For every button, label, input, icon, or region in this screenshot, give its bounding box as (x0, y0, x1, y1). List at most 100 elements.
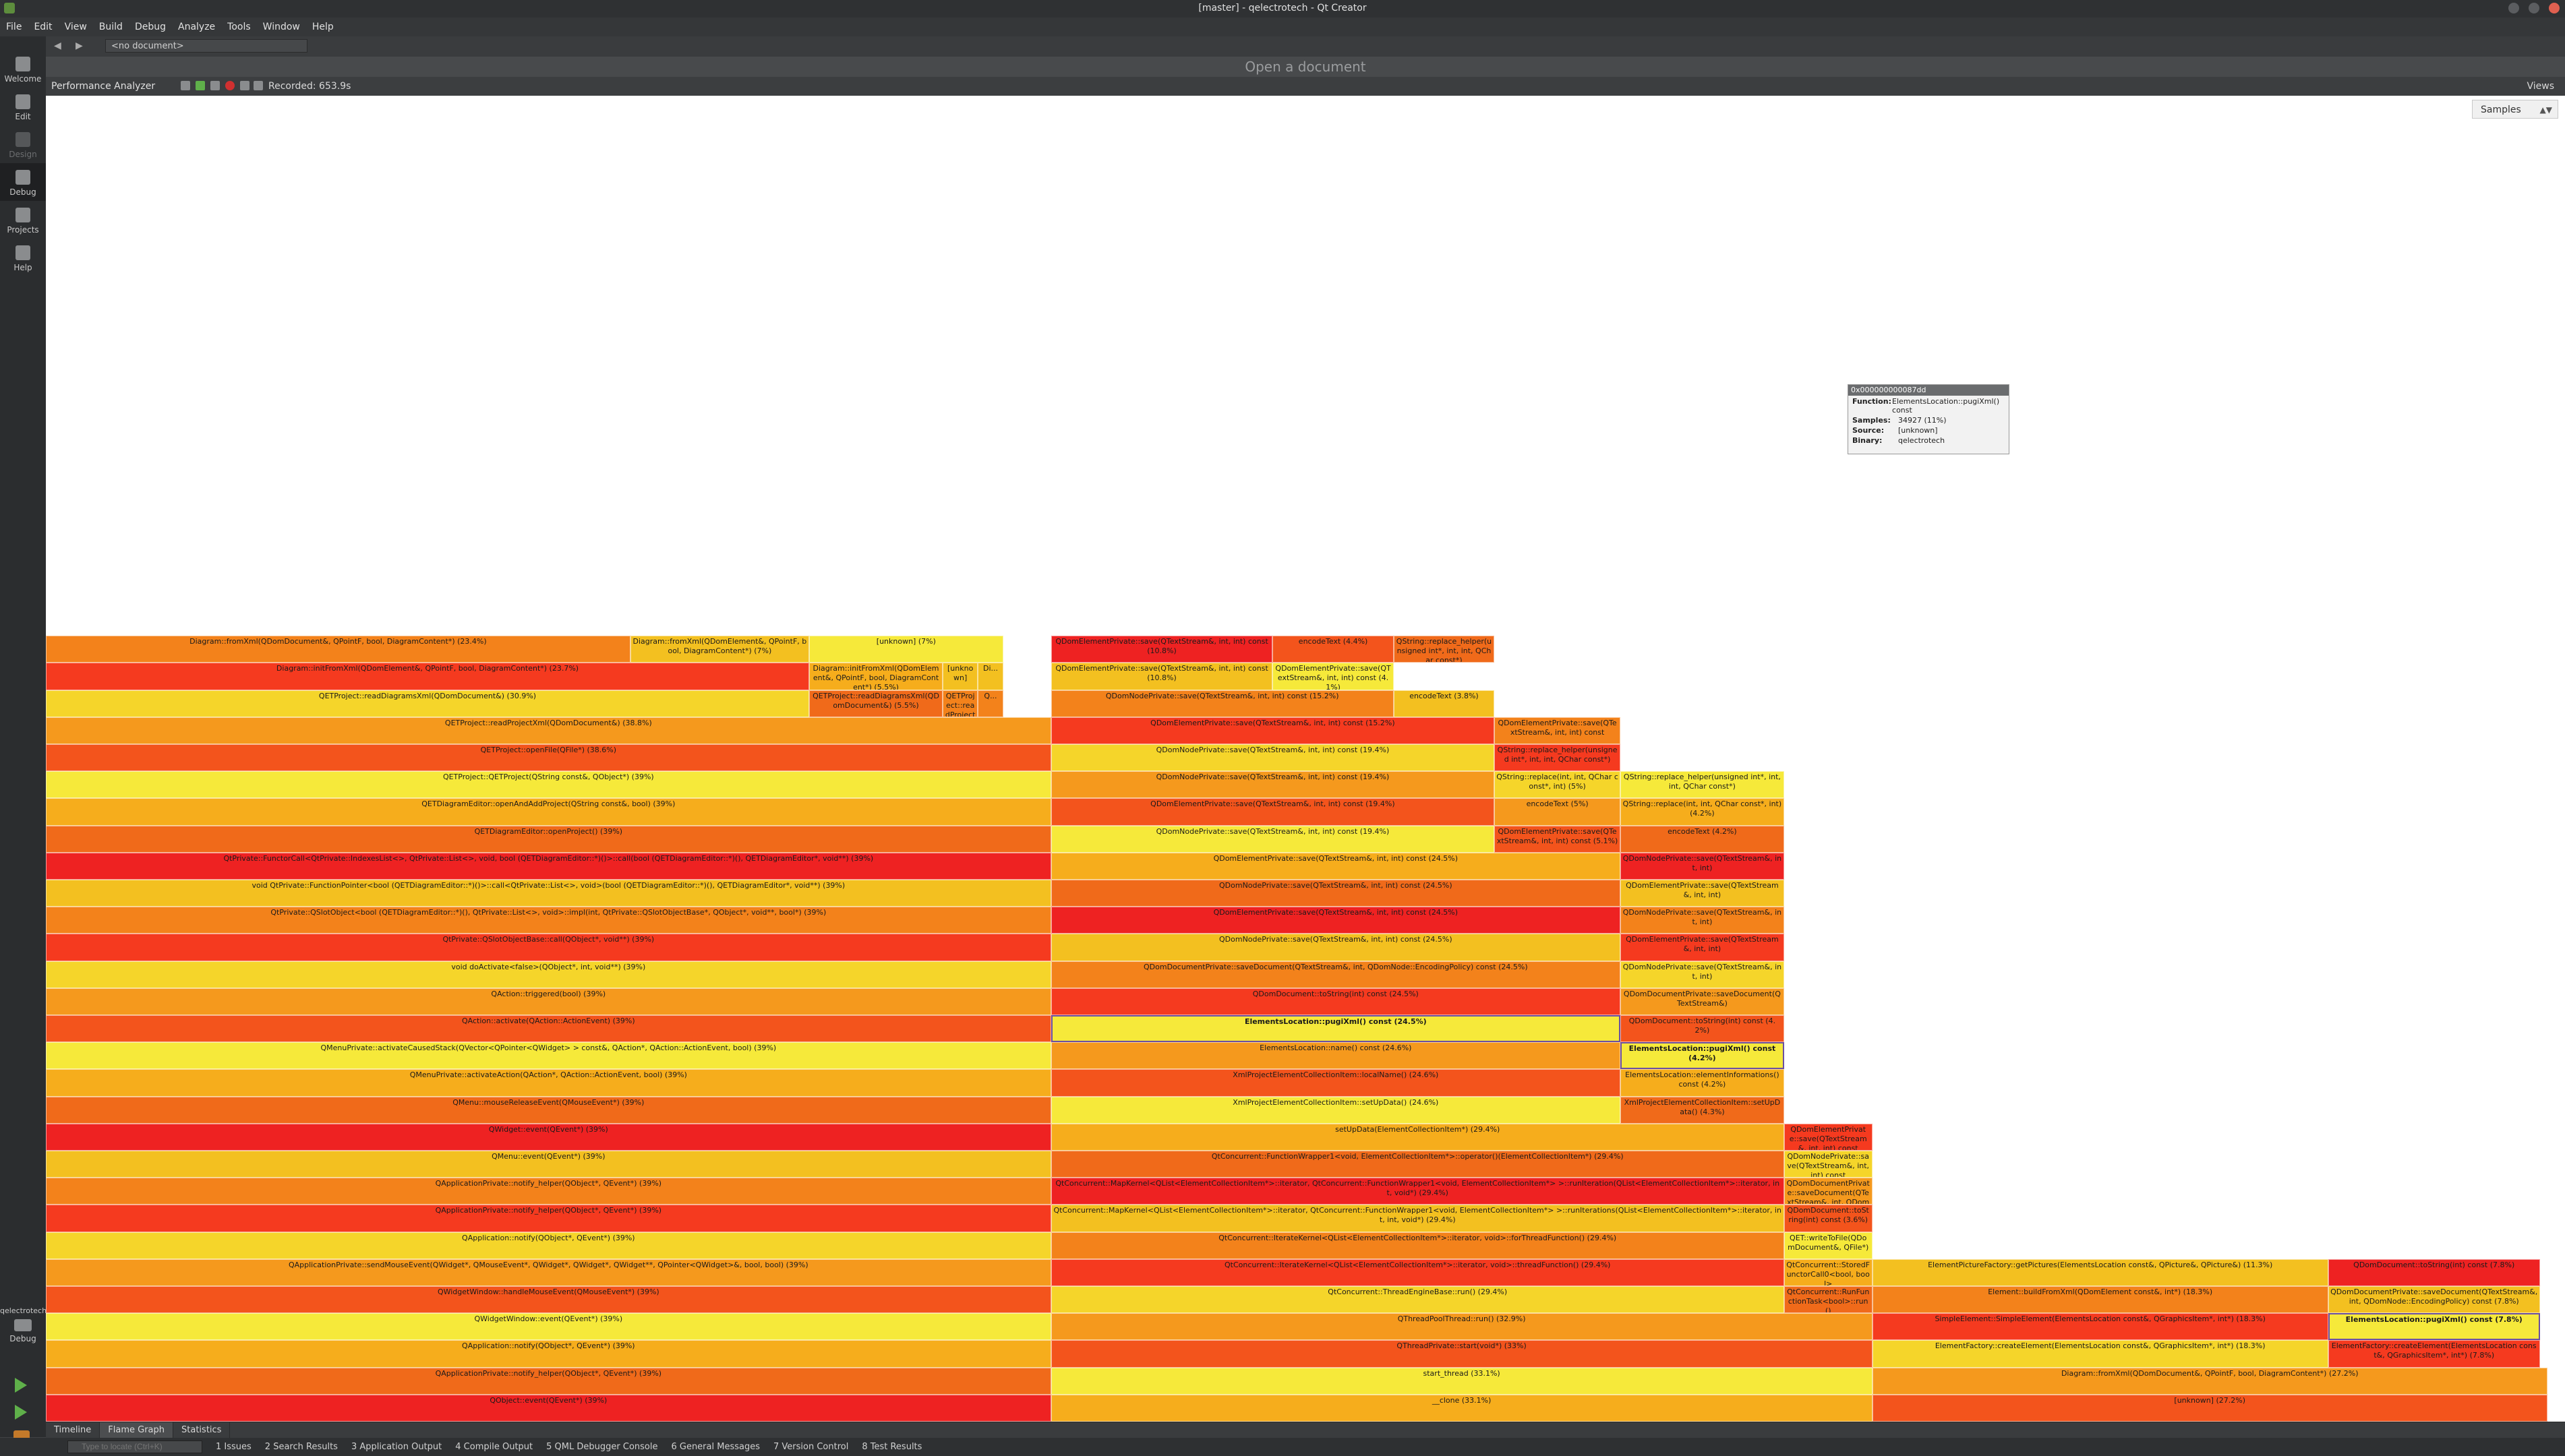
flame-frame[interactable]: QDomDocument::toString(int) const (3.6%) (1783, 1205, 1873, 1232)
flame-frame[interactable]: QAction::activate(QAction::ActionEvent) … (46, 1015, 1051, 1043)
flame-frame[interactable]: QAction::triggered(bool) (39%) (46, 988, 1051, 1015)
flame-frame[interactable]: QDomNodePrivate::save(QTextStream&, int,… (1051, 825, 1495, 853)
flame-frame[interactable]: QDomNodePrivate::save(QTextStream&, int,… (1783, 1151, 1873, 1178)
minimize-icon[interactable] (2508, 3, 2519, 13)
flame-frame[interactable]: QApplicationPrivate::notify_helper(QObje… (46, 1367, 1051, 1395)
flame-frame[interactable]: QApplication::notify(QObject*, QEvent*) … (46, 1340, 1051, 1368)
flame-frame[interactable]: QWidgetWindow::event(QEvent*) (39%) (46, 1313, 1051, 1341)
flame-frame[interactable]: QDomDocumentPrivate::saveDocument(QTextS… (2328, 1286, 2540, 1314)
flame-frame[interactable]: QDomElementPrivate::save(QTextStream&, i… (1051, 717, 1495, 744)
flame-frame[interactable]: QApplicationPrivate::notify_helper(QObje… (46, 1178, 1051, 1205)
menu-edit[interactable]: Edit (28, 22, 58, 32)
mode-edit[interactable]: Edit (0, 88, 46, 125)
output-pane-version-control[interactable]: 7 Version Control (773, 1442, 848, 1452)
menu-tools[interactable]: Tools (221, 22, 257, 32)
flame-frame[interactable]: QDomNodePrivate::save(QTextStream&, int,… (1620, 907, 1784, 934)
close-icon[interactable] (2549, 3, 2560, 13)
flame-frame[interactable]: QDomNodePrivate::save(QTextStream&, int,… (1620, 961, 1784, 988)
flame-graph[interactable]: Samples ▲▼ QObject::event(QEvent*) (39%)… (46, 96, 2565, 1422)
flame-frame[interactable]: void QtPrivate::FunctionPointer<bool (QE… (46, 880, 1051, 907)
flame-frame[interactable]: QWidgetWindow::handleMouseEvent(QMouseEv… (46, 1286, 1051, 1314)
debug-run-icon[interactable] (15, 1405, 27, 1420)
flame-frame[interactable]: QtPrivate::QSlotObject<bool (QETDiagramE… (46, 907, 1051, 934)
tab-timeline[interactable]: Timeline (46, 1422, 100, 1438)
views-menu[interactable]: Views (2527, 81, 2554, 92)
flame-frame[interactable]: QtConcurrent::MapKernel<QList<ElementCol… (1051, 1205, 1784, 1232)
mode-projects[interactable]: Projects (0, 201, 46, 239)
flame-frame[interactable]: QtConcurrent::FunctionWrapper1<void, Ele… (1051, 1151, 1784, 1178)
flame-frame[interactable]: encodeText (4.4%) (1272, 636, 1394, 663)
flame-frame[interactable]: QET::writeToFile(QDomDocument&, QFile*) (1783, 1232, 1873, 1259)
flame-frame[interactable]: QDomDocument::toString(int) const (4.2%) (1620, 1015, 1784, 1043)
locator-input[interactable] (67, 1440, 202, 1453)
flame-frame[interactable]: Diagram::fromXml(QDomElement&, QPointF, … (630, 636, 809, 663)
flame-frame[interactable]: QMenu::mouseReleaseEvent(QMouseEvent*) (… (46, 1096, 1051, 1124)
flame-frame[interactable]: QtConcurrent::ThreadEngineBase::run() (2… (1051, 1286, 1784, 1314)
mode-debug[interactable]: Debug (0, 163, 46, 201)
flame-frame[interactable]: [unknown] (27.2%) (1872, 1394, 2547, 1422)
flame-frame[interactable]: ElementsLocation::elementInformations() … (1620, 1069, 1784, 1097)
menu-analyze[interactable]: Analyze (172, 22, 221, 32)
flame-frame[interactable]: XmlProjectElementCollectionItem::localNa… (1051, 1069, 1620, 1097)
flame-frame[interactable]: QDomDocumentPrivate::saveDocument(QTextS… (1783, 1178, 1873, 1205)
flame-frame[interactable]: QMenuPrivate::activateAction(QAction*, Q… (46, 1069, 1051, 1097)
flame-frame[interactable]: QDomElementPrivate::save(QTextStream&, i… (1051, 636, 1273, 663)
flame-frame[interactable]: encodeText (5%) (1494, 798, 1620, 826)
flame-frame[interactable]: ElementFactory::createElement(ElementsLo… (2328, 1340, 2540, 1368)
flame-frame[interactable]: Q... (978, 690, 1003, 717)
menu-file[interactable]: File (0, 22, 28, 32)
flame-frame[interactable]: QDomElementPrivate::save(QTextStream&, i… (1051, 798, 1495, 826)
clear-icon[interactable] (240, 81, 249, 90)
forward-icon[interactable]: ▶ (76, 40, 83, 51)
kit-selector[interactable]: qelectrotech Debug (0, 1304, 47, 1351)
filter-icon[interactable] (181, 81, 190, 90)
flame-frame[interactable]: QDomElementPrivate::save(QTextStream&, i… (1272, 663, 1394, 690)
flame-frame[interactable]: QString::replace(int, int, QChar const*,… (1620, 798, 1784, 826)
output-pane-search-results[interactable]: 2 Search Results (265, 1442, 338, 1452)
flame-frame[interactable]: QDomElementPrivate::save(QTextStream&, i… (1051, 852, 1620, 880)
output-pane-qml-debugger-console[interactable]: 5 QML Debugger Console (546, 1442, 657, 1452)
output-pane-general-messages[interactable]: 6 General Messages (671, 1442, 760, 1452)
flame-frame[interactable]: void doActivate<false>(QObject*, int, vo… (46, 961, 1051, 988)
flame-frame[interactable]: QtConcurrent::IterateKernel<QList<Elemen… (1051, 1232, 1784, 1259)
flame-frame[interactable]: QDomNodePrivate::save(QTextStream&, int,… (1051, 880, 1620, 907)
flame-frame[interactable]: QDomNodePrivate::save(QTextStream&, int,… (1620, 852, 1784, 880)
output-pane-issues[interactable]: 1 Issues (216, 1442, 252, 1452)
flame-frame[interactable]: QETProject::readProjectXml(QDomDocument&… (46, 717, 1051, 744)
flame-frame[interactable]: [unknown] (943, 663, 978, 690)
flame-frame[interactable]: QtConcurrent::IterateKernel<QList<Elemen… (1051, 1258, 1784, 1286)
flame-frame[interactable]: Diagram::fromXml(QDomDocument&, QPointF,… (46, 636, 630, 663)
flame-frame[interactable]: QDomElementPrivate::save(QTextStream&, i… (1783, 1123, 1873, 1151)
mode-welcome[interactable]: Welcome (0, 50, 46, 88)
flame-frame[interactable]: start_thread (33.1%) (1051, 1367, 1873, 1395)
flame-frame[interactable]: QString::replace_helper(unsigned int*, i… (1393, 636, 1495, 663)
flame-frame[interactable]: QDomElementPrivate::save(QTextStream&, i… (1051, 907, 1620, 934)
menu-help[interactable]: Help (306, 22, 340, 32)
flame-frame[interactable]: QtConcurrent::RunFunctionTask<bool>::run… (1783, 1286, 1873, 1314)
flame-frame[interactable]: __clone (33.1%) (1051, 1394, 1873, 1422)
flame-frame[interactable]: Diagram::initFromXml(QDomElement&, QPoin… (46, 663, 809, 690)
output-pane-application-output[interactable]: 3 Application Output (351, 1442, 442, 1452)
flame-frame[interactable]: Diagram::fromXml(QDomDocument&, QPointF,… (1872, 1367, 2547, 1395)
flame-frame[interactable]: encodeText (4.2%) (1620, 825, 1784, 853)
flame-frame[interactable]: QDomNodePrivate::save(QTextStream&, int,… (1051, 744, 1495, 772)
flame-frame[interactable]: QDomElementPrivate::save(QTextStream&, i… (1494, 717, 1620, 744)
flame-frame[interactable]: QETDiagramEditor::openAndAddProject(QStr… (46, 798, 1051, 826)
filter-funnel-icon[interactable] (254, 81, 263, 90)
flame-frame[interactable]: QtConcurrent::MapKernel<QList<ElementCol… (1051, 1178, 1784, 1205)
flame-frame[interactable]: XmlProjectElementCollectionItem::setUpDa… (1620, 1096, 1784, 1124)
menu-debug[interactable]: Debug (129, 22, 172, 32)
flame-frame[interactable]: QObject::event(QEvent*) (39%) (46, 1394, 1051, 1422)
flame-frame[interactable]: setUpData(ElementCollectionItem*) (29.4%… (1051, 1123, 1784, 1151)
flame-frame[interactable]: QMenu::event(QEvent*) (39%) (46, 1151, 1051, 1178)
flame-frame[interactable]: Di... (978, 663, 1003, 690)
flame-frame[interactable]: Element::buildFromXml(QDomElement const&… (1872, 1286, 2328, 1314)
flame-frame[interactable]: QDomDocument::toString(int) const (7.8%) (2328, 1258, 2540, 1286)
maximize-icon[interactable] (2529, 3, 2539, 13)
flame-frame[interactable]: QMenuPrivate::activateCausedStack(QVecto… (46, 1042, 1051, 1070)
flame-frame[interactable]: ElementFactory::createElement(ElementsLo… (1872, 1340, 2328, 1368)
document-selector[interactable]: <no document> (105, 39, 307, 53)
sort-mode-select[interactable]: Samples ▲▼ (2472, 100, 2558, 119)
flame-frame[interactable]: QETProject::readDiagramsXml(QDomDocument… (46, 690, 809, 717)
flame-frame[interactable]: QDomNodePrivate::save(QTextStream&, int,… (1051, 771, 1495, 799)
